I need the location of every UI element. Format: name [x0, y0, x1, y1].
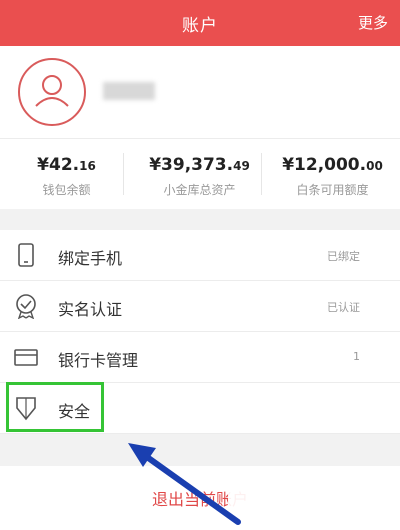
annotation-arrow [128, 443, 241, 525]
